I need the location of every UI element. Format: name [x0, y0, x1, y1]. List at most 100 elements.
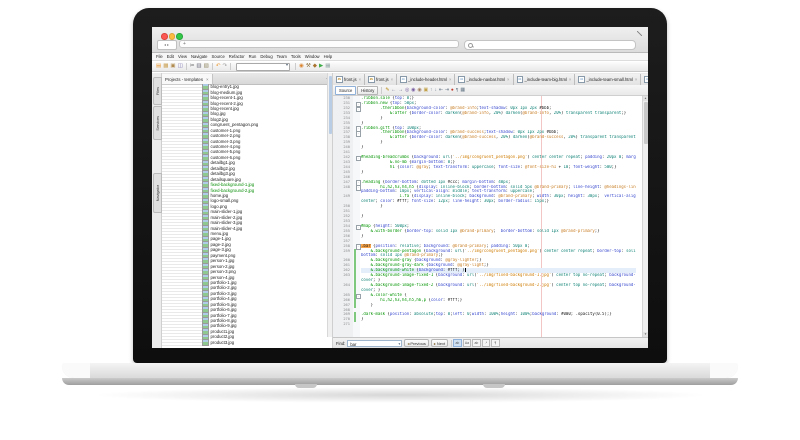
- editor-tab-index.html[interactable]: <>index.html×: [641, 74, 648, 85]
- find-input[interactable]: bar: [347, 340, 402, 347]
- find-selection-icon[interactable]: ◎: [405, 86, 409, 95]
- previous-occurrence-icon[interactable]: ◉: [417, 86, 421, 95]
- editor-toolbar: SourceHistory✎←→◎◉◉▣↑↓⇤⇥●¶▦: [333, 85, 648, 96]
- find-toggle-highlight-results[interactable]: ab: [453, 339, 462, 348]
- menu-item-team[interactable]: Team: [277, 54, 287, 59]
- clean-build-icon[interactable]: ◆: [313, 62, 317, 71]
- find-next-icon: ▸: [434, 341, 436, 346]
- undo-icon[interactable]: ↶: [216, 62, 221, 71]
- html-file-icon: <>: [517, 76, 524, 83]
- editor-tab-_include-navbar.html[interactable]: <>_include-navbar.html×: [455, 74, 513, 85]
- start-macro-recording-icon[interactable]: ●: [451, 86, 454, 95]
- close-tab-icon[interactable]: ×: [391, 77, 393, 82]
- minimize-window-button[interactable]: [169, 33, 176, 40]
- find-toggle-match-case[interactable]: Aa: [463, 339, 472, 348]
- run-project-icon[interactable]: ▶: [319, 62, 323, 71]
- zoom-window-button[interactable]: [176, 33, 183, 40]
- projects-tab[interactable]: Projects - templates ×: [162, 74, 213, 84]
- save-all-icon[interactable]: ◫: [178, 62, 183, 71]
- close-tab-icon[interactable]: ×: [359, 77, 361, 82]
- editor-scrollbar[interactable]: ▲ ▼: [642, 96, 648, 337]
- tab-label: front.js: [344, 77, 357, 82]
- menu-item-window[interactable]: Window: [305, 54, 320, 59]
- shift-left-icon[interactable]: ⇤: [439, 86, 443, 95]
- laptop-mockup: ◂▸ + FileEditViewNavigateSourceRefactorR…: [0, 0, 800, 440]
- next-bookmark-icon[interactable]: ↓: [434, 86, 436, 95]
- code-viewport[interactable]: 230.ribbon.sale {top: 0;}231-.ribbon.new…: [333, 96, 648, 337]
- editor-tab-front.js[interactable]: JSfront.js×: [333, 74, 365, 85]
- find-toggle-regular-expression[interactable]: .*: [482, 339, 491, 348]
- editor-tab-_include-team-big.html[interactable]: <>_include-team-big.html×: [514, 74, 576, 85]
- menu-item-run[interactable]: Run: [249, 54, 257, 59]
- last-edited-icon[interactable]: ✎: [385, 86, 389, 95]
- scroll-up-icon[interactable]: ▲: [643, 96, 648, 101]
- editor-tab-_include-header.html[interactable]: <>_include-header.html×: [397, 74, 455, 85]
- open-project-icon[interactable]: ▣: [170, 62, 175, 71]
- tree-item-product3.jpg[interactable]: product3.jpg: [162, 340, 328, 345]
- code-line-271[interactable]: 271: [333, 322, 641, 327]
- menu-item-refactor[interactable]: Refactor: [229, 54, 245, 59]
- close-tab-icon[interactable]: ×: [569, 77, 571, 82]
- menu-item-help[interactable]: Help: [324, 54, 333, 59]
- build-project-icon[interactable]: ⚒: [306, 62, 311, 71]
- comment-icon[interactable]: ¶: [456, 86, 459, 95]
- main-toolbar: ▤▩▣◫ ✂▥▧ ↶↷ ◉⚒◆▶▦: [152, 62, 648, 72]
- menu-item-navigate[interactable]: Navigate: [191, 54, 208, 59]
- close-icon[interactable]: ×: [206, 77, 209, 82]
- redo-icon[interactable]: ↷: [222, 62, 227, 71]
- paste-icon[interactable]: ▧: [204, 62, 209, 71]
- menu-item-tools[interactable]: Tools: [291, 54, 301, 59]
- run-configuration-combo[interactable]: [236, 63, 290, 71]
- editor-scrollbar-thumb[interactable]: [644, 102, 648, 144]
- search-input[interactable]: [464, 40, 636, 50]
- new-file-icon[interactable]: ▤: [156, 62, 161, 71]
- projects-panel: Projects - templates × – blog-entry1.jpg…: [162, 73, 333, 348]
- resize-icon[interactable]: [637, 31, 642, 36]
- text-caret: [465, 268, 466, 272]
- new-tab-icon[interactable]: +: [183, 41, 186, 47]
- uncomment-icon[interactable]: ▦: [460, 86, 465, 95]
- find-previous-icon: ◂: [407, 341, 409, 346]
- previous-bookmark-icon[interactable]: ↑: [430, 86, 432, 95]
- menu-item-edit[interactable]: Edit: [167, 54, 174, 59]
- dock-tab-files[interactable]: Files: [153, 77, 162, 105]
- menu-item-debug[interactable]: Debug: [260, 54, 272, 59]
- nav-buttons[interactable]: ◂▸: [157, 40, 177, 50]
- back-icon[interactable]: ←: [391, 86, 396, 95]
- divider: [186, 63, 187, 70]
- toggle-highlight-search-icon[interactable]: ▣: [424, 86, 429, 95]
- menu-item-file[interactable]: File: [156, 54, 163, 59]
- new-project-icon[interactable]: ▩: [163, 62, 168, 71]
- find-bar: Find: bar ◂Previous ▸Next abAaab.*¶: [333, 337, 648, 348]
- line-number: 271: [333, 322, 350, 327]
- tree-scrollbar[interactable]: [327, 73, 332, 337]
- view-button-source[interactable]: Source: [335, 86, 356, 95]
- close-tab-icon[interactable]: ×: [635, 77, 637, 82]
- tree-scrollbar-thumb[interactable]: [329, 76, 332, 134]
- find-toggle-whole-words[interactable]: ab: [472, 339, 481, 348]
- view-button-history[interactable]: History: [357, 86, 378, 95]
- close-tab-icon[interactable]: ×: [449, 77, 451, 82]
- forward-icon[interactable]: →: [398, 86, 403, 95]
- find-previous-button[interactable]: ◂Previous: [404, 339, 429, 347]
- close-tab-icon[interactable]: ×: [507, 77, 509, 82]
- editor-tab-front.js[interactable]: JSfront.js×: [365, 74, 397, 85]
- find-toggle-wrap-search[interactable]: ¶: [491, 339, 500, 348]
- dock-tab-navigator[interactable]: Navigator: [153, 173, 162, 213]
- find-next-button[interactable]: ▸Next: [431, 339, 448, 347]
- find-value: bar: [350, 342, 356, 347]
- next-occurrence-icon[interactable]: ◉: [411, 86, 415, 95]
- code-text: [361, 322, 636, 327]
- close-window-button[interactable]: [161, 33, 168, 40]
- copy-icon[interactable]: ▥: [196, 62, 201, 71]
- memory-view-icon[interactable]: ▦: [325, 62, 330, 71]
- cut-icon[interactable]: ✂: [190, 62, 195, 71]
- shift-right-icon[interactable]: ⇥: [445, 86, 449, 95]
- tab-strip[interactable]: +: [179, 40, 459, 48]
- forward-icon[interactable]: ▸: [167, 42, 170, 47]
- editor-tab-_include-team-small.html[interactable]: <>_include-team-small.html×: [575, 74, 641, 85]
- menu-item-view[interactable]: View: [178, 54, 187, 59]
- menu-item-source[interactable]: Source: [212, 54, 225, 59]
- dock-tab-services[interactable]: Services: [153, 106, 162, 140]
- set-configuration-icon[interactable]: ◉: [299, 62, 304, 71]
